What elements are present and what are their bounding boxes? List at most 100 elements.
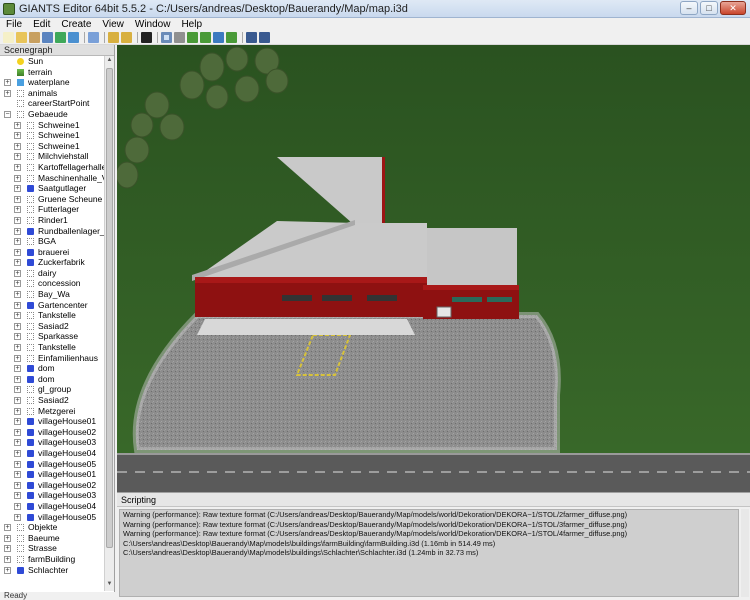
tree-item[interactable]: + villageHouse03 (0, 490, 105, 501)
tree-item[interactable]: + Metzgerei (0, 406, 105, 417)
tree-item[interactable]: + brauerei (0, 247, 105, 258)
edit-icon[interactable] (29, 32, 40, 43)
expand-icon[interactable]: + (14, 174, 21, 182)
new-icon[interactable] (3, 32, 14, 43)
tree-item[interactable]: + Zuckerfabrik (0, 257, 105, 268)
expand-icon[interactable]: + (14, 238, 21, 246)
import-icon[interactable] (88, 32, 99, 43)
tree-item[interactable]: + Milchviehstall (0, 151, 105, 162)
tree-item[interactable]: + Gruene Scheune (0, 194, 105, 205)
tree-item[interactable]: + villageHouse05 (0, 512, 105, 523)
expand-icon[interactable]: + (4, 524, 11, 532)
expand-icon[interactable]: + (14, 492, 21, 500)
expand-icon[interactable]: + (14, 121, 21, 129)
save-icon[interactable] (42, 32, 53, 43)
tree-item[interactable]: + Sasiad2 (0, 395, 105, 406)
expand-icon[interactable]: + (14, 513, 21, 521)
tree-item[interactable]: + farmBuilding (0, 554, 105, 565)
tree-item[interactable]: + animals (0, 88, 105, 99)
tree-item[interactable]: + Einfamilienhaus (0, 353, 105, 364)
expand-icon[interactable]: + (4, 89, 11, 97)
tree-item[interactable]: + Schlachter (0, 565, 105, 576)
tree-item[interactable]: + villageHouse05 (0, 459, 105, 470)
expand-icon[interactable]: + (14, 153, 21, 161)
expand-icon[interactable]: + (4, 545, 11, 553)
camera-icon[interactable] (259, 32, 270, 43)
expand-icon[interactable]: + (14, 428, 21, 436)
expand-icon[interactable]: + (14, 471, 21, 479)
expand-icon[interactable]: + (14, 259, 21, 267)
tree-item[interactable]: + Tankstelle (0, 310, 105, 321)
tree-item[interactable]: + BGA (0, 236, 105, 247)
expand-icon[interactable]: + (14, 195, 21, 203)
tree-item[interactable]: + Schweine1 (0, 120, 105, 131)
open-icon[interactable] (16, 32, 27, 43)
expand-icon[interactable]: + (14, 365, 21, 373)
tree-item[interactable]: + Kartoffellagerhalle (0, 162, 105, 173)
save-all-icon[interactable] (55, 32, 66, 43)
tree-item[interactable]: + Rinder1 (0, 215, 105, 226)
scrollbar-thumb[interactable] (106, 68, 113, 548)
menu-help[interactable]: Help (175, 18, 207, 31)
tree-item[interactable]: careerStartPoint (0, 98, 105, 109)
expand-icon[interactable]: + (4, 555, 11, 563)
expand-icon[interactable]: + (14, 301, 21, 309)
tree-item[interactable]: + Sparkasse (0, 331, 105, 342)
tree-item[interactable]: + waterplane (0, 77, 105, 88)
scroll-down-icon[interactable]: ▼ (106, 581, 113, 590)
expand-icon[interactable]: + (14, 481, 21, 489)
tree-item[interactable]: + Saatgutlager (0, 183, 105, 194)
expand-icon[interactable]: + (14, 322, 21, 330)
expand-icon[interactable]: + (4, 566, 11, 574)
tree-item[interactable]: terrain (0, 67, 105, 78)
decal-paint-icon[interactable] (226, 32, 237, 43)
expand-icon[interactable]: + (14, 397, 21, 404)
tree-item[interactable]: + Tankstelle (0, 342, 105, 353)
tree-item[interactable]: + Sasiad2 (0, 321, 105, 332)
expand-icon[interactable]: + (14, 206, 21, 214)
scenegraph-scrollbar[interactable]: ▲ ▼ (104, 56, 114, 591)
tree-item[interactable]: + Objekte (0, 522, 105, 533)
expand-icon[interactable]: + (14, 333, 21, 341)
menu-edit[interactable]: Edit (27, 18, 55, 31)
expand-icon[interactable]: + (14, 386, 21, 394)
select-icon[interactable] (161, 32, 172, 43)
expand-icon[interactable]: + (14, 375, 21, 383)
expand-icon[interactable]: + (14, 312, 21, 320)
expand-icon[interactable]: + (14, 142, 21, 150)
expand-icon[interactable]: + (4, 79, 11, 87)
tree-item[interactable]: + dom (0, 363, 105, 374)
tree-item[interactable]: + Schweine1 (0, 130, 105, 141)
scripting-log[interactable]: Warning (performance): Raw texture forma… (119, 509, 739, 597)
move-icon[interactable] (174, 32, 185, 43)
tree-item[interactable]: Sun (0, 56, 105, 67)
play-icon[interactable] (141, 32, 152, 43)
expand-icon[interactable]: + (14, 460, 21, 468)
expand-icon[interactable]: + (14, 407, 21, 415)
expand-icon[interactable]: + (14, 132, 21, 140)
expand-icon[interactable]: + (4, 534, 11, 542)
3d-viewport[interactable] (117, 45, 750, 492)
tree-item[interactable]: + villageHouse02 (0, 480, 105, 491)
export-icon[interactable] (68, 32, 79, 43)
menu-create[interactable]: Create (55, 18, 96, 31)
tree-item[interactable]: + Baeume (0, 533, 105, 544)
menu-view[interactable]: View (96, 18, 129, 31)
expand-icon[interactable]: + (14, 185, 21, 193)
scroll-up-icon[interactable]: ▲ (106, 57, 113, 66)
settings-icon[interactable] (246, 32, 257, 43)
tree-item[interactable]: − Gebaeude (0, 109, 105, 120)
redo-icon[interactable] (121, 32, 132, 43)
scripting-scrollbar[interactable] (741, 509, 749, 597)
terrain-sculpt-icon[interactable] (187, 32, 198, 43)
menu-file[interactable]: File (0, 18, 27, 31)
foliage-paint-icon[interactable] (213, 32, 224, 43)
tree-item[interactable]: + Schweine1 (0, 141, 105, 152)
scene-render[interactable] (117, 45, 750, 492)
expand-icon[interactable]: + (14, 163, 21, 171)
expand-icon[interactable]: + (14, 418, 21, 426)
expand-icon[interactable]: + (14, 502, 21, 510)
expand-icon[interactable]: + (14, 216, 21, 224)
tree-item[interactable]: + villageHouse02 (0, 427, 105, 438)
tree-item[interactable]: + Strasse (0, 543, 105, 554)
